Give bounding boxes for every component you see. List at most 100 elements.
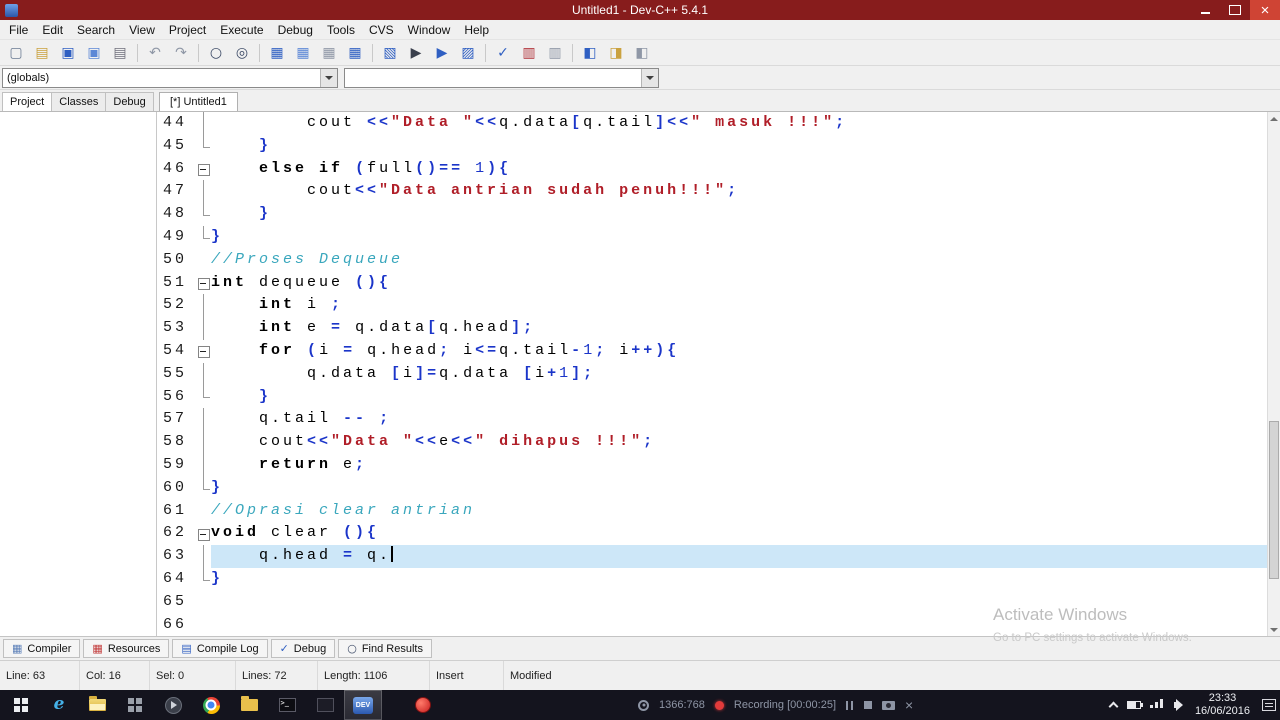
insert-button[interactable]: ◧ xyxy=(577,42,603,64)
panel-tab-compiler[interactable]: ▦ Compiler xyxy=(3,639,81,658)
code-line-51[interactable]: 51 int dequeue (){ xyxy=(157,272,1267,295)
taskbar-clock[interactable]: 23:33 16/06/2016 xyxy=(1195,692,1250,718)
goto-bookmark-button[interactable]: ◧ xyxy=(629,42,655,64)
new-project-button[interactable]: ▦ xyxy=(264,42,290,64)
add-to-project-button[interactable]: ▦ xyxy=(290,42,316,64)
fold-toggle-icon[interactable] xyxy=(197,340,211,363)
code-line-58[interactable]: 58 cout<<"Data "<<e<<" dihapus !!!"; xyxy=(157,431,1267,454)
menu-item-help[interactable]: Help xyxy=(457,20,496,39)
maximize-button[interactable] xyxy=(1220,0,1250,20)
panel-tab-debug[interactable]: Debug xyxy=(105,92,154,111)
panel-tab-find-results[interactable]: ○ Find Results xyxy=(338,639,432,658)
code-line-52[interactable]: 52 int i ; xyxy=(157,294,1267,317)
members-dropdown[interactable] xyxy=(344,67,659,88)
code-line-53[interactable]: 53 int e = q.data[q.head]; xyxy=(157,317,1267,340)
editor-tab-untitled1[interactable]: [*] Untitled1 xyxy=(159,92,238,111)
minimize-button[interactable] xyxy=(1190,0,1220,20)
dropdown-arrow-icon[interactable] xyxy=(320,68,337,87)
open-file-button[interactable]: ▤ xyxy=(29,42,55,64)
code-line-63[interactable]: 63 q.head = q. xyxy=(157,545,1267,568)
menu-item-edit[interactable]: Edit xyxy=(35,20,70,39)
notification-icon[interactable] xyxy=(1262,699,1276,711)
menu-item-file[interactable]: File xyxy=(2,20,35,39)
vertical-scrollbar[interactable] xyxy=(1267,112,1280,636)
stop-icon[interactable] xyxy=(864,701,873,709)
code-line-54[interactable]: 54 for (i = q.head; i<=q.tail-1; i++){ xyxy=(157,340,1267,363)
menu-item-search[interactable]: Search xyxy=(70,20,122,39)
battery-icon[interactable] xyxy=(1126,701,1143,709)
network-icon[interactable] xyxy=(1149,699,1163,708)
panel-tab-classes[interactable]: Classes xyxy=(51,92,107,111)
menu-item-window[interactable]: Window xyxy=(401,20,458,39)
compile-button[interactable]: ▧ xyxy=(377,42,403,64)
code-line-62[interactable]: 62 void clear (){ xyxy=(157,522,1267,545)
code-line-56[interactable]: 56 } xyxy=(157,385,1267,409)
scrollbar-thumb[interactable] xyxy=(1269,421,1279,579)
print-button[interactable]: ▤ xyxy=(107,42,133,64)
compile-and-run-button[interactable]: ▶ xyxy=(429,42,455,64)
start-button[interactable] xyxy=(2,690,40,720)
code-line-55[interactable]: 55 q.data [i]=q.data [i+1]; xyxy=(157,362,1267,386)
scroll-down-icon[interactable] xyxy=(1268,623,1280,636)
code-line-48[interactable]: 48 } xyxy=(157,203,1267,226)
console-taskbar-button[interactable] xyxy=(306,690,344,720)
devcpp-taskbar-button[interactable]: DEV xyxy=(344,690,382,720)
tray-expand-icon[interactable] xyxy=(1108,701,1119,712)
undo-button[interactable]: ↶ xyxy=(142,42,168,64)
code-line-47[interactable]: 47 cout<<"Data antrian sudah penuh!!!"; xyxy=(157,180,1267,203)
close-button[interactable] xyxy=(1250,0,1280,20)
panel-tab-debug[interactable]: ✓ Debug xyxy=(270,639,336,658)
code-line-66[interactable]: 66 xyxy=(157,614,1267,636)
save-all-button[interactable]: ▣ xyxy=(81,42,107,64)
menu-item-cvs[interactable]: CVS xyxy=(362,20,401,39)
camera-icon[interactable] xyxy=(882,700,896,710)
find-button[interactable]: ○ xyxy=(203,42,229,64)
panel-tab-resources[interactable]: ▦ Resources xyxy=(83,639,170,658)
menu-item-view[interactable]: View xyxy=(122,20,162,39)
volume-icon[interactable] xyxy=(1173,699,1183,711)
code-line-49[interactable]: 49} xyxy=(157,225,1267,249)
code-line-50[interactable]: 50 //Proses Dequeue xyxy=(157,249,1267,272)
code-line-64[interactable]: 64} xyxy=(157,567,1267,591)
fold-toggle-icon[interactable] xyxy=(197,158,211,181)
profile-button[interactable]: ▥ xyxy=(516,42,542,64)
rebuild-all-button[interactable]: ▨ xyxy=(455,42,481,64)
panel-tab-project[interactable]: Project xyxy=(2,92,53,111)
toggle-bookmark-button[interactable]: ◨ xyxy=(603,42,629,64)
fold-toggle-icon[interactable] xyxy=(197,272,211,295)
code-line-44[interactable]: 44 cout <<"Data "<<q.data[q.tail]<<" mas… xyxy=(157,112,1267,135)
globals-dropdown[interactable]: (globals) xyxy=(2,67,338,88)
run-button[interactable]: ▶ xyxy=(403,42,429,64)
syntax-check-button[interactable]: ✓ xyxy=(490,42,516,64)
fold-toggle-icon[interactable] xyxy=(197,522,211,545)
cmd-taskbar-button[interactable] xyxy=(268,690,306,720)
replace-button[interactable]: ◎ xyxy=(229,42,255,64)
scroll-up-icon[interactable] xyxy=(1268,112,1280,125)
code-line-65[interactable]: 65 xyxy=(157,591,1267,614)
chrome-taskbar-button[interactable] xyxy=(192,690,230,720)
save-button[interactable]: ▣ xyxy=(55,42,81,64)
menu-item-project[interactable]: Project xyxy=(162,20,213,39)
new-file-button[interactable]: ▢ xyxy=(3,42,29,64)
code-line-61[interactable]: 61 //Oprasi clear antrian xyxy=(157,500,1267,523)
folder-taskbar-button[interactable] xyxy=(230,690,268,720)
panel-tab-compile-log[interactable]: ▤ Compile Log xyxy=(172,639,268,658)
code-line-45[interactable]: 45 } xyxy=(157,134,1267,158)
code-editor[interactable]: 44 cout <<"Data "<<q.data[q.tail]<<" mas… xyxy=(157,112,1267,636)
code-line-60[interactable]: 60} xyxy=(157,476,1267,500)
remove-from-project-button[interactable]: ▦ xyxy=(316,42,342,64)
project-options-button[interactable]: ▦ xyxy=(342,42,368,64)
tiles-taskbar-button[interactable] xyxy=(116,690,154,720)
redo-button[interactable]: ↷ xyxy=(168,42,194,64)
menu-item-tools[interactable]: Tools xyxy=(320,20,362,39)
media-taskbar-button[interactable] xyxy=(154,690,192,720)
menu-item-debug[interactable]: Debug xyxy=(271,20,320,39)
pause-icon[interactable] xyxy=(846,700,854,710)
profiling-log-button[interactable]: ▥ xyxy=(542,42,568,64)
code-line-59[interactable]: 59 return e; xyxy=(157,453,1267,477)
scrollbar-track[interactable] xyxy=(1268,125,1280,623)
code-line-46[interactable]: 46 else if (full()== 1){ xyxy=(157,158,1267,181)
close-recorder-icon[interactable] xyxy=(905,698,913,713)
ie-taskbar-button[interactable] xyxy=(40,690,78,720)
menu-item-execute[interactable]: Execute xyxy=(213,20,270,39)
